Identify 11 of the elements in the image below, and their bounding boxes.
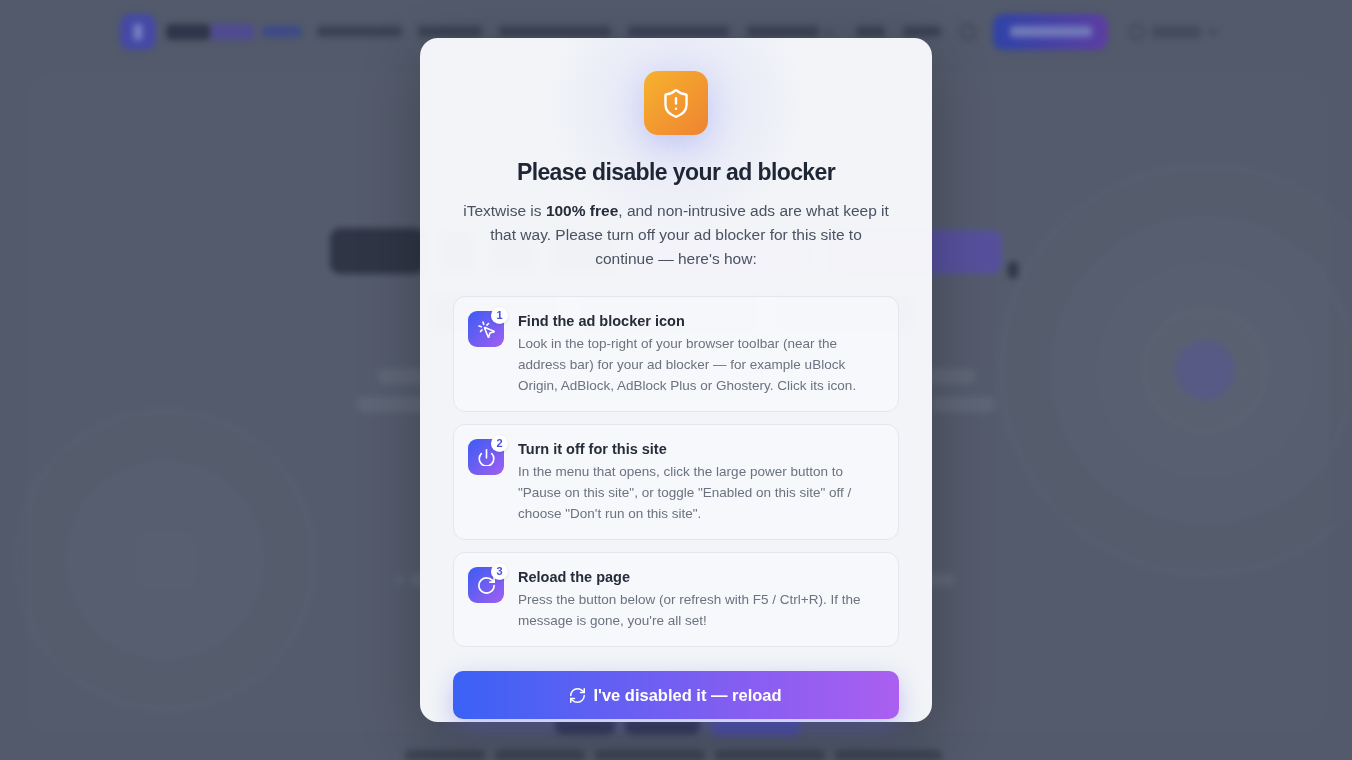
step-number: 2 — [491, 435, 508, 452]
dialog-title: Please disable your ad blocker — [516, 158, 836, 187]
step-description: In the menu that opens, click the large power button to "Pause on this site", or toggle "Enabled on this site" off / choose "Don't run on this site". — [518, 463, 853, 523]
step-number: 1 — [491, 307, 508, 324]
step-title: Find the ad blocker icon — [518, 312, 686, 331]
step-number: 3 — [491, 563, 508, 580]
dialog-message: iTextwise is 100% free, and non-intrusive ads are what keep it that way. Please turn off your ad blocker for this site to continue — here's how: — [462, 201, 890, 269]
step-description: Press the button below (or refresh with F5 / Ctrl+R). If the message is gone, you're all set! — [518, 591, 862, 630]
step-title: Reload the page — [518, 568, 631, 587]
step-description: Look in the top-right of your browser toolbar (near the address bar) for your ad blocker — for example uBlock Origin, AdBlock, AdBlock Plus or Ghostery. Click its icon. — [518, 335, 858, 395]
step-title: Turn it off for this site — [518, 440, 668, 459]
